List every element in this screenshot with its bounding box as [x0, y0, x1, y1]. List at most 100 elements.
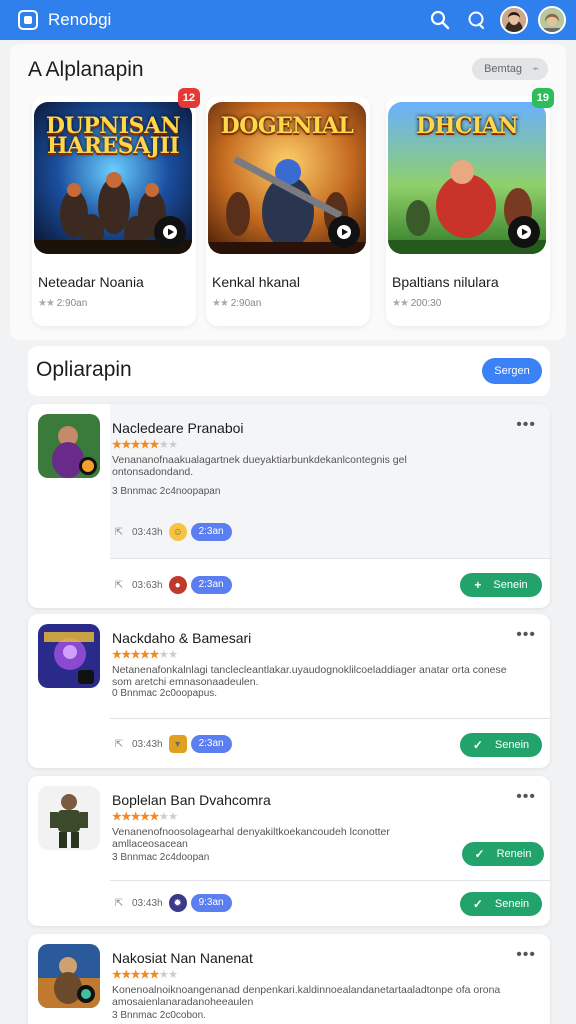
rating-stars: ★★★★★★★ — [112, 648, 178, 661]
item-title: Nacledeare Pranaboi — [112, 420, 244, 436]
stat-pill: 2:3an — [190, 523, 232, 541]
featured-card[interactable]: DHCIAN 19 Bpaltians nilulara ★★ 200:30 — [386, 88, 554, 326]
item-info: 3 Bnnmac 2c4doopan — [112, 852, 210, 863]
share-icon[interactable]: ⇱ — [112, 527, 126, 538]
check-icon: ✓ — [474, 847, 485, 861]
plus-icon: + — [474, 578, 482, 592]
share-icon[interactable]: ⇱ — [112, 580, 126, 591]
featured-card[interactable]: DOGENIAL Kenkal hkanal ★★ 2:90an — [206, 96, 370, 326]
featured-chip[interactable]: Bemtag — [472, 58, 548, 80]
game-art-title: DHCIAN — [416, 113, 518, 139]
app-title: Renobgi — [48, 10, 112, 29]
game-name: Neteadar Noania — [38, 274, 144, 290]
game-meta: ★★ 200:30 — [392, 298, 441, 309]
item-description: Netanenafonkalnlagi tanclecleantlakar.uy… — [112, 664, 507, 688]
game-thumbnail — [38, 944, 100, 1008]
game-art-title: DOGENIAL — [220, 113, 354, 139]
share-icon[interactable]: ⇱ — [112, 898, 126, 909]
featured-section: A Alplanapin Bemtag DUPNISAN HARESAJII 1… — [10, 44, 566, 340]
list-action-button[interactable]: Sergen — [482, 358, 542, 384]
game-meta: ★★ 2:90an — [38, 298, 87, 309]
play-icon[interactable] — [508, 216, 540, 248]
game-art: DUPNISAN HARESAJII — [34, 102, 192, 254]
list-item[interactable]: Nackdaho & Bamesari ••• ★★★★★★★ Netanena… — [28, 614, 550, 768]
check-icon: ✓ — [472, 738, 483, 752]
stat-time: 03:43h — [132, 738, 163, 750]
item-stats: ⇱ 03:43h ✹ 9:3an — [112, 892, 232, 914]
stars-filled: ★★★★★ — [112, 439, 159, 451]
divider — [110, 558, 550, 559]
item-info: 3 Bnnmac 2c0cobon. — [112, 1010, 206, 1021]
game-thumbnail — [38, 414, 100, 478]
download-count: 200:30 — [410, 298, 442, 309]
more-icon[interactable]: ••• — [516, 946, 536, 964]
notification-badge: 12 — [177, 88, 200, 108]
game-name: Bpaltians nilulara — [392, 274, 499, 290]
list-header: Opliarapin Sergen — [28, 346, 550, 396]
game-art: DHCIAN — [388, 102, 546, 254]
stars-empty: ★★ — [158, 969, 178, 981]
user-avatar-1[interactable] — [500, 6, 528, 34]
gear-icon: ✹ — [168, 894, 187, 912]
rating-stars: ★★★★★★★ — [112, 438, 178, 451]
stars-filled: ★★★★★ — [112, 811, 159, 823]
game-art: DOGENIAL — [208, 102, 366, 254]
list-item[interactable]: Boplelan Ban Dvahcomra ••• ★★★★★★★ Venan… — [28, 776, 550, 926]
stars-filled: ★★★★★ — [112, 649, 159, 661]
list-item[interactable]: Nacledeare Pranaboi ••• ★★★★★★★ Venanano… — [28, 404, 550, 608]
install-button[interactable]: + Senein — [460, 573, 542, 597]
item-description: Venanenofnoosolagearhal denyakiltkoekanc… — [112, 826, 390, 850]
game-meta: ★★ 2:90an — [212, 298, 261, 309]
game-thumbnail — [38, 786, 100, 850]
list-title: Opliarapin — [36, 358, 132, 381]
item-description: Venananofnaakualagartnek dueyaktiarbunkd… — [112, 454, 407, 478]
stat-time: 03:43h — [132, 526, 163, 538]
more-icon[interactable]: ••• — [516, 416, 536, 434]
item-stats: ⇱ 03:43h ▾ 2:3an — [112, 733, 232, 755]
installed-button[interactable]: ✓ Renein — [462, 842, 544, 866]
featured-card[interactable]: DUPNISAN HARESAJII 12 Neteadar Noania ★★… — [32, 88, 200, 326]
check-icon: ✓ — [472, 897, 483, 911]
stars-filled: ★★★★★ — [112, 969, 159, 981]
stat-pill: 2:3an — [190, 576, 232, 594]
item-stats: ⇱ 03:43h ☺ 2:3an — [112, 521, 232, 543]
shield-icon: ▾ — [168, 735, 187, 753]
item-info: 0 Bnnmac 2c0oopapus. — [112, 688, 218, 699]
user-avatar-2[interactable] — [538, 6, 566, 34]
stars-empty: ★★ — [158, 439, 178, 451]
rating-stars: ★★★★★★★ — [112, 810, 178, 823]
stat-time: 03:63h — [132, 579, 163, 591]
featured-title: A Alplanapin — [28, 58, 144, 81]
app-bar: Renobgi — [0, 0, 576, 40]
more-icon[interactable]: ••• — [516, 788, 536, 806]
emoji-icon: ☺ — [168, 523, 187, 541]
rating-stars: ★★ — [212, 298, 229, 309]
pin-icon: ● — [168, 576, 187, 594]
item-title: Nackdaho & Bamesari — [112, 630, 252, 646]
share-icon[interactable]: ⇱ — [112, 739, 126, 750]
item-title: Boplelan Ban Dvahcomra — [112, 792, 271, 808]
rating-stars: ★★ — [38, 298, 55, 309]
list-item[interactable]: Nakosiat Nan Nanenat ••• ★★★★★★★ Konenoa… — [28, 934, 550, 1024]
search-icon[interactable] — [426, 6, 454, 34]
stars-empty: ★★ — [158, 649, 178, 661]
rating-stars: ★★ — [392, 298, 409, 309]
app-logo-icon[interactable] — [18, 10, 38, 30]
game-thumbnail — [38, 624, 100, 688]
game-art-title: DUPNISAN HARESAJII — [45, 113, 181, 159]
installed-button[interactable]: ✓ Senein — [460, 892, 542, 916]
play-icon[interactable] — [328, 216, 360, 248]
download-count: 2:90an — [56, 298, 88, 309]
item-stats: ⇱ 03:63h ● 2:3an — [112, 574, 232, 596]
chat-icon[interactable] — [462, 6, 490, 34]
divider — [110, 880, 550, 881]
divider — [110, 718, 550, 719]
more-icon[interactable]: ••• — [516, 626, 536, 644]
stat-time: 03:43h — [132, 897, 163, 909]
play-icon[interactable] — [154, 216, 186, 248]
rating-stars: ★★★★★★★ — [112, 968, 178, 981]
item-title: Nakosiat Nan Nanenat — [112, 950, 253, 966]
stars-empty: ★★ — [158, 811, 178, 823]
installed-button[interactable]: ✓ Senein — [460, 733, 542, 757]
stat-pill: 2:3an — [190, 735, 232, 753]
